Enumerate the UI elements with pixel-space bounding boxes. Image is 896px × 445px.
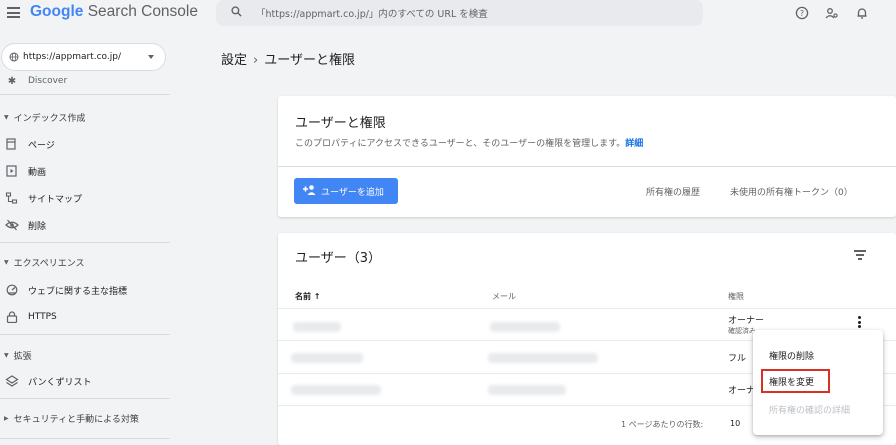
sidebar-item-label: ウェブに関する主な指標 [28, 286, 128, 297]
sidebar-section-label: セキュリティと手動による対策 [13, 414, 139, 425]
blurred-user-email [490, 322, 560, 332]
gauge-icon [6, 284, 18, 296]
ownership-details-menu-item: 所有権の確認の詳細 [769, 406, 851, 416]
search-icon [231, 6, 242, 17]
breadcrumb-separator: › [253, 53, 259, 68]
blurred-user-email [488, 353, 598, 363]
layers-icon [5, 375, 19, 387]
rows-per-page-select[interactable]: 10 [730, 419, 740, 428]
sidebar-item-web-vitals[interactable]: ウェブに関する主な指標 [0, 281, 127, 299]
sidebar-section-label: インデックス作成 [13, 113, 86, 124]
sidebar-item-https[interactable]: HTTPS [0, 308, 57, 326]
help-icon[interactable]: ? [795, 6, 809, 20]
sidebar-item-label: Discover [28, 76, 68, 86]
account-icon[interactable] [825, 6, 839, 20]
sidebar-item-sitemaps[interactable]: サイトマップ [0, 189, 82, 207]
breadcrumb: 設定 › ユーザーと権限 [221, 49, 355, 68]
sidebar-item-removals[interactable]: 削除 [0, 216, 46, 234]
eye-off-icon [5, 219, 19, 231]
verified-label: 確認済み [728, 327, 756, 335]
sidebar-section-index[interactable]: ▼ インデックス作成 [0, 108, 85, 126]
search-input[interactable]: 「https://appmart.co.jp/」内のすべての URL を検査 [256, 6, 488, 20]
sitemap-icon [5, 192, 18, 204]
caret-down-icon: ▼ [4, 258, 9, 266]
bell-icon[interactable] [855, 6, 869, 20]
breadcrumb-parent[interactable]: 設定 [221, 53, 247, 68]
ownership-history-link[interactable]: 所有権の履歴 [646, 185, 700, 198]
lock-icon [6, 311, 18, 323]
sidebar-item-discover[interactable]: ✱ Discover [0, 72, 67, 90]
asterisk-icon: ✱ [7, 75, 17, 87]
sidebar-divider [0, 398, 170, 399]
row-divider [278, 308, 896, 309]
highlight-box [761, 369, 830, 393]
logo-google: Google [30, 3, 84, 20]
sidebar: https://appmart.co.jp/ ✱ Discover ▼ インデッ… [0, 28, 178, 445]
table-row-permission: フル [728, 354, 747, 364]
property-selector[interactable]: https://appmart.co.jp/ [1, 43, 166, 71]
sidebar-item-videos[interactable]: 動画 [0, 162, 46, 180]
sidebar-item-label: 動画 [28, 167, 47, 178]
globe-icon [9, 52, 19, 62]
user-context-menu: 権限の削除 権限を変更 所有権の確認の詳細 [753, 330, 883, 435]
sidebar-item-label: 削除 [28, 221, 47, 232]
property-url: https://appmart.co.jp/ [23, 52, 121, 62]
details-link[interactable]: 詳細 [625, 139, 643, 149]
logo-product: Search Console [87, 3, 198, 20]
caret-down-icon: ▼ [4, 113, 9, 121]
url-inspection-search[interactable]: 「https://appmart.co.jp/」内のすべての URL を検査 [216, 0, 703, 26]
sidebar-divider [0, 242, 170, 243]
more-vert-icon[interactable] [858, 316, 862, 330]
card-divider [278, 166, 896, 167]
column-header-name[interactable]: 名前 ↑ [295, 291, 321, 302]
caret-down-icon: ▼ [4, 351, 9, 359]
column-header-permission: 権限 [728, 292, 744, 301]
sidebar-item-label: ページ [28, 140, 55, 151]
users-card-title: ユーザー（3） [295, 251, 382, 266]
description-text: このプロパティにアクセスできるユーザーと、そのユーザーの権限を管理します。 [295, 139, 626, 149]
breadcrumb-current: ユーザーと権限 [264, 53, 355, 68]
column-header-email: メール [492, 292, 516, 301]
video-icon [6, 165, 17, 177]
pages-icon [6, 138, 16, 150]
filter-icon[interactable] [854, 250, 866, 260]
table-row-permission: オーナ [728, 386, 756, 396]
sidebar-divider [0, 334, 170, 335]
blurred-user-name [291, 353, 363, 363]
menu-icon[interactable] [7, 7, 20, 18]
sidebar-divider [0, 94, 170, 95]
sidebar-section-experience[interactable]: ▼ エクスペリエンス [0, 253, 85, 271]
unused-tokens-link[interactable]: 未使用の所有権トークン（0） [730, 185, 853, 198]
caret-right-icon: ▶ [4, 414, 9, 422]
chevron-down-icon [148, 55, 154, 59]
top-bar: Google Search Console 「https://appmart.c… [0, 0, 896, 28]
sidebar-divider [0, 438, 170, 439]
sidebar-section-label: エクスペリエンス [13, 258, 85, 269]
rows-per-page-label: 1 ページあたりの行数: [621, 420, 704, 429]
add-user-button[interactable]: ユーザーを追加 [294, 178, 398, 204]
person-add-icon [303, 185, 316, 195]
blurred-user-email [488, 385, 566, 395]
table-row-permission: オーナー [728, 316, 765, 326]
add-user-label: ユーザーを追加 [321, 188, 384, 198]
permissions-card: ユーザーと権限 このプロパティにアクセスできるユーザーと、そのユーザーの権限を管… [278, 96, 896, 217]
sidebar-item-label: HTTPS [28, 312, 57, 322]
svg-text:?: ? [800, 9, 804, 18]
app-logo[interactable]: Google Search Console [30, 3, 198, 21]
sidebar-item-pages[interactable]: ページ [0, 135, 55, 153]
card-description: このプロパティにアクセスできるユーザーと、そのユーザーの権限を管理します。詳細 [295, 136, 643, 149]
sidebar-section-enhancements[interactable]: ▼ 拡張 [0, 346, 32, 364]
blurred-user-name [291, 385, 381, 395]
sidebar-item-label: パンくずリスト [28, 377, 92, 388]
card-title: ユーザーと権限 [295, 116, 386, 131]
blurred-user-name [293, 322, 341, 332]
sidebar-item-label: サイトマップ [28, 194, 83, 205]
sidebar-item-breadcrumbs[interactable]: パンくずリスト [0, 372, 91, 390]
sidebar-section-security[interactable]: ▶ セキュリティと手動による対策 [0, 409, 139, 427]
remove-access-menu-item[interactable]: 権限の削除 [769, 349, 814, 362]
sidebar-section-label: 拡張 [13, 351, 32, 362]
